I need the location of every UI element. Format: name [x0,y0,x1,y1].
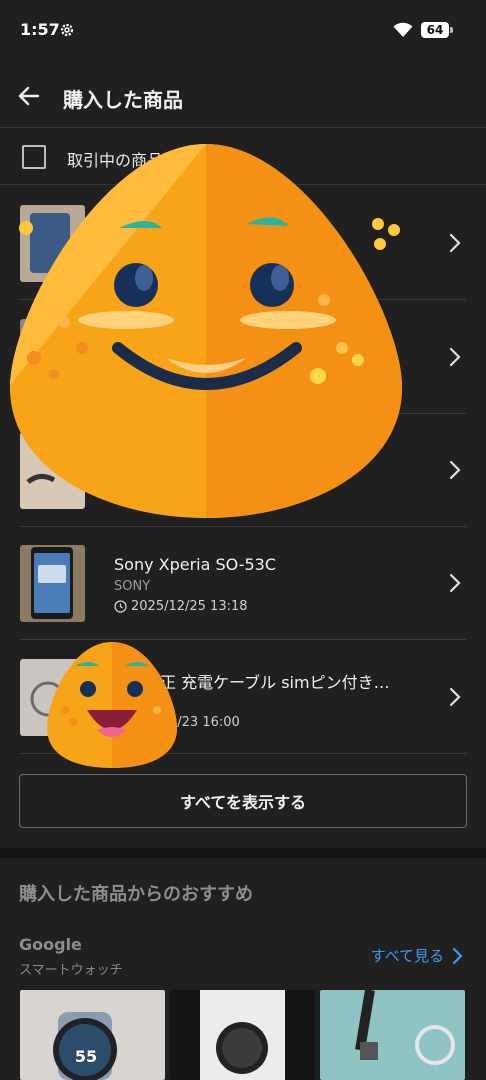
item-thumbnail [20,205,85,282]
item-thumbnail [20,432,85,509]
item-title: ィバ… [284,446,333,465]
item-thumbnail [20,659,85,736]
chevron-right-icon [449,573,461,593]
wifi-icon [393,22,413,37]
recommend-card[interactable] [170,990,315,1080]
item-title: 純正 充電ケーブル simピン付き… [144,673,390,692]
in-progress-label: 取引中の商品 [67,151,164,170]
item-date: 2025/12/25 13:18 [114,599,422,614]
chevron-right-icon [449,233,461,253]
watch-display-text: 55 [75,1047,97,1066]
status-time: 1:57 [20,20,60,39]
purchase-item[interactable]: ィバ… [20,413,466,527]
chevron-right-icon [449,347,461,367]
recommend-brand: Google [19,935,82,954]
recommend-section-title: 購入した商品からのおすすめ [19,884,253,905]
in-progress-filter[interactable]: 取引中の商品 [0,129,486,185]
item-date-text: 2025/12/25 13:18 [131,599,248,614]
item-date-text: 2/23 16:00 [169,715,240,730]
item-thumbnail [20,545,85,622]
purchase-item[interactable] [20,186,466,300]
app-header: 購入した商品 [0,62,486,128]
purchase-item[interactable] [20,300,466,414]
chevron-right-icon [449,687,461,707]
see-all-label: すべて見る [370,947,444,965]
recommend-row: 55 [20,990,466,1080]
in-progress-checkbox[interactable] [22,145,46,169]
see-all-link[interactable]: すべて見る [371,945,464,966]
recommend-card[interactable] [320,990,465,1080]
chevron-right-icon [452,947,463,964]
back-arrow-icon[interactable] [14,81,44,111]
battery-icon: 64 [421,22,449,38]
item-brand: SONY [114,579,151,594]
clock-icon [114,600,127,613]
page-title: 購入した商品 [63,88,183,112]
battery-tip [450,27,453,33]
status-bar: 1:57 64 [0,0,486,60]
purchase-item[interactable]: Sony Xperia SO-53C SONY 2025/12/25 13:18 [20,526,466,640]
recommend-category: スマートウォッチ [19,963,123,978]
section-divider [0,848,486,858]
chevron-right-icon [449,460,461,480]
item-thumbnail [20,319,85,396]
show-all-button[interactable]: すべてを表示する [19,774,467,828]
item-title: Sony Xperia SO-53C [114,555,277,574]
recommend-card[interactable]: 55 [20,990,165,1080]
purchase-item[interactable]: 純正 充電ケーブル simピン付き… 2/23 16:00 [20,640,466,754]
item-date: 2/23 16:00 [114,715,422,730]
settings-gear-icon [60,23,74,37]
